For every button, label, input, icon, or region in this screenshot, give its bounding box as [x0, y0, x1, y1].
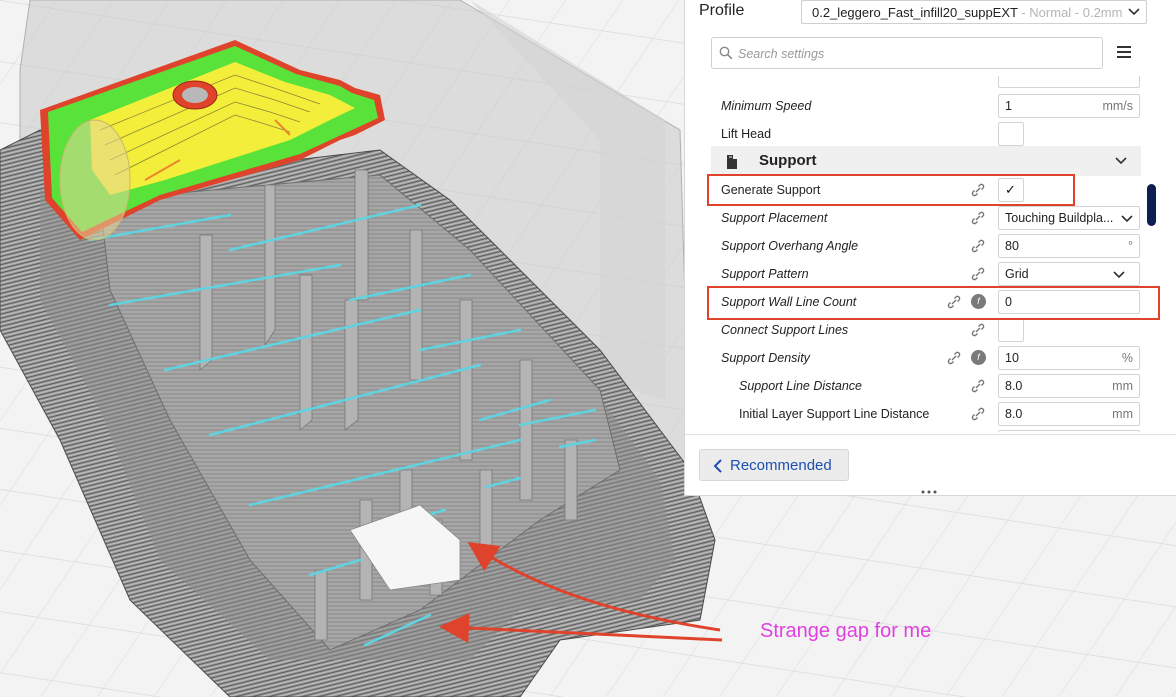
setting-support-pattern: Support Pattern Grid	[711, 260, 1147, 288]
clipped-field[interactable]	[998, 76, 1140, 88]
setting-generate-support: Generate Support ✓	[711, 176, 1147, 204]
settings-menu-icon[interactable]	[1115, 44, 1133, 60]
profile-suffix: - Normal - 0.2mm	[1017, 5, 1123, 20]
setting-row-clipped	[711, 76, 1147, 90]
setting-label: Support Line Distance	[739, 379, 862, 393]
chevron-left-icon	[713, 459, 722, 473]
setting-label: Support Density	[721, 351, 810, 365]
recommended-button[interactable]: Recommended	[699, 449, 849, 481]
setting-label: Initial Layer Support Line Distance	[739, 407, 930, 421]
support-density-input[interactable]: 10 %	[998, 346, 1140, 370]
link-icon	[971, 239, 985, 253]
support-placement-select[interactable]: Touching Buildpla...	[998, 206, 1140, 230]
link-icon	[971, 267, 985, 281]
setting-label: Support Overhang Angle	[721, 239, 859, 253]
profile-label: Profile	[699, 2, 745, 19]
chevron-down-icon	[1121, 215, 1133, 223]
initial-layer-support-line-distance-input[interactable]: 8.0 mm	[998, 402, 1140, 426]
setting-label: Support Pattern	[721, 267, 809, 281]
setting-label: Support Placement	[721, 211, 828, 225]
checkmark-icon: ✓	[1005, 182, 1016, 197]
setting-label: Generate Support	[721, 183, 821, 197]
support-category-icon	[727, 155, 737, 169]
setting-initial-layer-support-line-distance: Initial Layer Support Line Distance 8.0 …	[711, 400, 1147, 428]
minimum-speed-input[interactable]: 1 mm/s	[998, 94, 1140, 118]
chevron-down-icon	[1115, 157, 1127, 165]
setting-support-density: Support Density f 10 %	[711, 344, 1147, 372]
link-icon	[971, 211, 985, 225]
support-overhang-angle-input[interactable]: 80 °	[998, 234, 1140, 258]
settings-list[interactable]: Minimum Speed 1 mm/s Lift Head Support G…	[711, 76, 1147, 432]
recommended-label: Recommended	[730, 457, 832, 474]
resize-grip-icon[interactable]	[915, 488, 943, 496]
connect-support-lines-checkbox[interactable]	[998, 318, 1024, 342]
search-input[interactable]	[736, 44, 1090, 64]
setting-lift-head: Lift Head	[711, 120, 1147, 148]
link-icon	[971, 379, 985, 393]
ghost-cylinder	[59, 119, 131, 241]
function-icon: f	[971, 294, 986, 309]
profile-row: Profile 0.2_leggero_Fast_infill20_suppEX…	[685, 0, 1176, 30]
setting-connect-support-lines: Connect Support Lines	[711, 316, 1147, 344]
link-icon	[971, 183, 985, 197]
divider	[685, 434, 1176, 435]
scrollbar-thumb[interactable]	[1147, 184, 1156, 226]
category-label: Support	[759, 152, 817, 169]
setting-support-overhang-angle: Support Overhang Angle 80 °	[711, 232, 1147, 260]
search-field[interactable]	[711, 37, 1103, 69]
setting-support-placement: Support Placement Touching Buildpla...	[711, 204, 1147, 232]
clipped-field[interactable]	[998, 430, 1140, 432]
chevron-down-icon	[1113, 271, 1125, 279]
search-icon	[719, 46, 733, 60]
setting-label: Connect Support Lines	[721, 323, 849, 337]
setting-support-wall-line-count: Support Wall Line Count f 0	[711, 288, 1147, 316]
annotation-text: Strange gap for me	[760, 620, 932, 642]
support-wall-line-count-input[interactable]: 0	[998, 290, 1140, 314]
profile-name: 0.2_leggero_Fast_infill20_suppEXT - Norm…	[812, 5, 1123, 20]
lift-head-checkbox[interactable]	[998, 122, 1024, 146]
chevron-down-icon	[1128, 8, 1140, 16]
setting-label: Support Wall Line Count	[721, 295, 857, 309]
setting-minimum-speed: Minimum Speed 1 mm/s	[711, 92, 1147, 120]
link-icon	[947, 295, 961, 309]
function-icon: f	[971, 350, 986, 365]
setting-label: Minimum Speed	[721, 99, 812, 113]
setting-support-line-distance: Support Line Distance 8.0 mm	[711, 372, 1147, 400]
setting-row-clipped-bottom	[711, 428, 1147, 432]
profile-select[interactable]: 0.2_leggero_Fast_infill20_suppEXT - Norm…	[801, 0, 1147, 24]
link-icon	[971, 323, 985, 337]
support-line-distance-input[interactable]: 8.0 mm	[998, 374, 1140, 398]
print-settings-panel: Profile 0.2_leggero_Fast_infill20_suppEX…	[684, 0, 1176, 496]
generate-support-checkbox[interactable]: ✓	[998, 178, 1024, 202]
category-support[interactable]: Support	[711, 146, 1141, 176]
support-pattern-select[interactable]: Grid	[998, 262, 1140, 286]
link-icon	[971, 407, 985, 421]
setting-label: Lift Head	[721, 127, 772, 141]
link-icon	[947, 351, 961, 365]
